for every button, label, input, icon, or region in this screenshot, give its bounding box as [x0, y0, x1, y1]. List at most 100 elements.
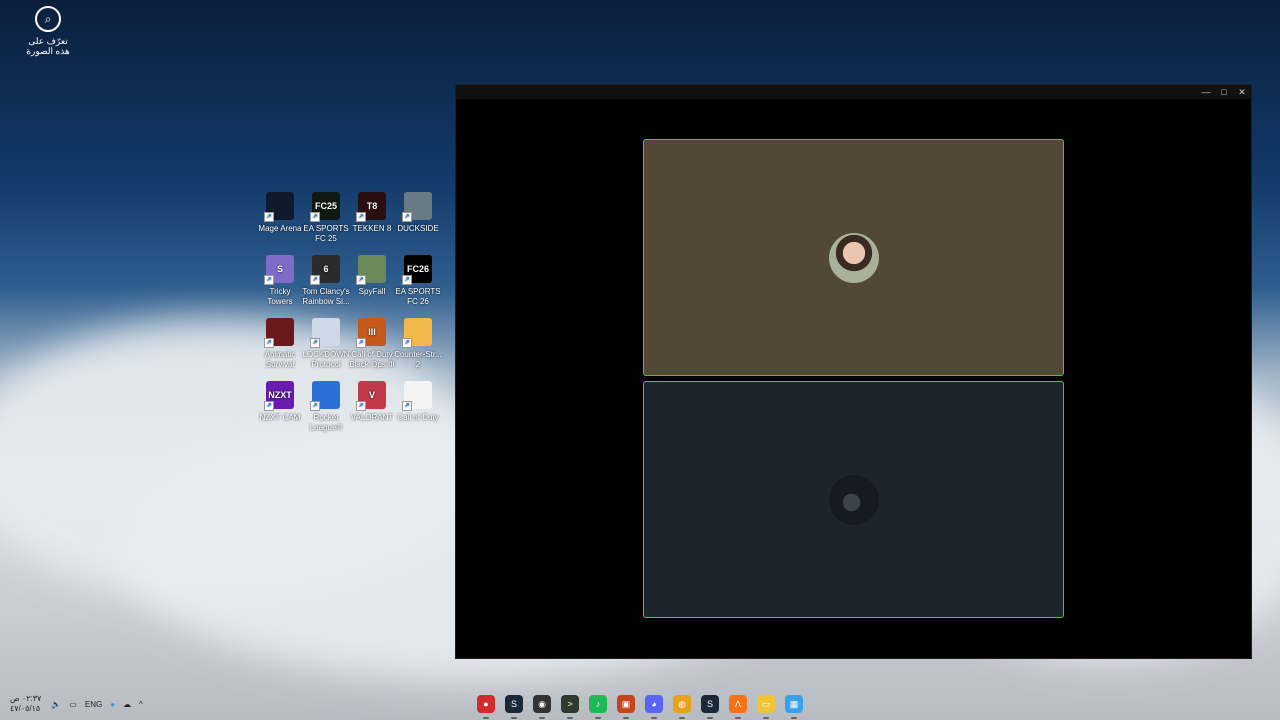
desktop-icon-rocket-league-[interactable]: ↗ Rocket League®	[302, 379, 350, 433]
taskbar-steam-app-icon[interactable]: S	[505, 695, 523, 719]
learn-about-picture-shortcut[interactable]: ⌕ تعرّف على هذه الصورة	[20, 6, 76, 56]
participant-avatar-1	[828, 232, 879, 283]
app-icon: 6 ↗	[310, 255, 340, 285]
desktop-icon-label: Mage Arena	[258, 224, 302, 233]
desktop-icon-label: DUCKSIDE	[397, 224, 439, 233]
shortcut-arrow-icon: ↗	[264, 338, 274, 348]
app-icon: ↗	[402, 318, 432, 348]
participant-tile-2[interactable]	[643, 381, 1064, 618]
desktop-icon-label: VALORANT	[350, 413, 394, 422]
shortcut-arrow-icon: ↗	[356, 401, 366, 411]
clock-date: ٤٧/٠٥/١٥	[10, 704, 41, 713]
shortcut-arrow-icon: ↗	[402, 275, 412, 285]
desktop-icon-spyfall[interactable]: ↗ SpyFall	[348, 253, 396, 297]
desktop-icon-tom-clancy-s-rainbow-si-[interactable]: 6 ↗ Tom Clancy's Rainbow Si...	[302, 253, 350, 307]
app-icon: FC26 ↗	[402, 255, 432, 285]
participant-avatar-2	[828, 474, 879, 525]
shortcut-arrow-icon: ↗	[356, 212, 366, 222]
volume-icon[interactable]: 🔈	[51, 700, 61, 709]
app-icon: T8 ↗	[356, 192, 386, 222]
app-glyph: V	[368, 390, 375, 400]
language-indicator[interactable]: ENG	[85, 700, 102, 709]
app-glyph: 6	[323, 264, 329, 274]
desktop-icon-label: Tricky Towers	[267, 287, 293, 306]
desktop-icon-duckside[interactable]: ↗ DUCKSIDE	[394, 190, 442, 234]
shortcut-arrow-icon: ↗	[264, 212, 274, 222]
desktop-icon-label: Tom Clancy's Rainbow Si...	[302, 287, 350, 306]
desktop-icon-valorant[interactable]: V ↗ VALORANT	[348, 379, 396, 423]
desktop-icon-label: Rocket League®	[309, 413, 343, 432]
close-button[interactable]: ✕	[1233, 85, 1251, 99]
maximize-button[interactable]: □	[1215, 85, 1233, 99]
desktop-icon-label: NZXT CAM	[259, 413, 301, 422]
desktop-icon-ea-sports-fc-26[interactable]: FC26 ↗ EA SPORTS FC 26	[394, 253, 442, 307]
taskbar-steam2-app-icon[interactable]: S	[701, 695, 719, 719]
app-glyph: FC26	[406, 264, 429, 274]
desktop-icon-counter-str-2[interactable]: ↗ Counter-Str... 2	[394, 316, 442, 370]
app-icon: ↗	[310, 318, 340, 348]
participant-tile-1[interactable]	[643, 139, 1064, 376]
app-glyph: T8	[366, 201, 378, 211]
shortcut-arrow-icon: ↗	[264, 401, 274, 411]
taskbar-obs-app-icon[interactable]: ◉	[533, 695, 551, 719]
desktop-icon-animatic-survival[interactable]: ↗ Animatic Survival	[256, 316, 304, 370]
video-call-window: — □ ✕	[455, 84, 1252, 659]
window-titlebar[interactable]: — □ ✕	[456, 85, 1251, 99]
camera-icon: ⌕	[35, 6, 61, 32]
desktop-icon-tricky-towers[interactable]: S ↗ Tricky Towers	[256, 253, 304, 307]
clock[interactable]: ٠٢:٣٧ ص ٤٧/٠٥/١٥	[10, 694, 41, 714]
shortcut-arrow-icon: ↗	[402, 338, 412, 348]
desktop-icon-label: TEKKEN 8	[352, 224, 392, 233]
desktop-icon-call-of-duty[interactable]: ↗ Call of Duty	[394, 379, 442, 423]
desktop-icon-call-of-duty-black-ops-iii[interactable]: III ↗ Call of Duty Black Ops III	[348, 316, 396, 370]
clock-time: ٠٢:٣٧ ص	[10, 694, 42, 703]
desktop-icon-label: Call of Duty Black Ops III	[349, 350, 395, 369]
shortcut-label-line2: هذه الصورة	[26, 46, 70, 56]
desktop-icon-label: Call of Duty	[397, 413, 439, 422]
app-icon: ↗	[402, 381, 432, 411]
desktop-icon-nzxt-cam[interactable]: NZXT ↗ NZXT CAM	[256, 379, 304, 423]
shortcut-arrow-icon: ↗	[264, 275, 274, 285]
shortcut-arrow-icon: ↗	[402, 401, 412, 411]
shortcut-arrow-icon: ↗	[310, 212, 320, 222]
taskbar-arc-app-icon[interactable]: Λ	[729, 695, 747, 719]
shortcut-arrow-icon: ↗	[310, 338, 320, 348]
taskbar-explorer-app-icon[interactable]: ▭	[757, 695, 775, 719]
app-icon: NZXT ↗	[264, 381, 294, 411]
desktop-icon-mage-arena[interactable]: ↗ Mage Arena	[256, 190, 304, 234]
app-icon: ↗	[310, 381, 340, 411]
shortcut-arrow-icon: ↗	[310, 401, 320, 411]
taskbar: ● S ◉ > ♪ ▣ ◕ ◍ S Λ ▭ ▦	[0, 688, 1280, 720]
taskbar-chrome-app-icon[interactable]: ◍	[673, 695, 691, 719]
app-icon: ↗	[264, 318, 294, 348]
taskbar-discord-app-icon[interactable]: ◕	[645, 695, 663, 719]
app-icon: ↗	[402, 192, 432, 222]
cloud-icon[interactable]: ☁	[123, 700, 131, 709]
taskbar-game-app-icon[interactable]: ▣	[617, 695, 635, 719]
minimize-button[interactable]: —	[1197, 85, 1215, 99]
desktop-icon-ea-sports-fc-25[interactable]: FC25 ↗ EA SPORTS FC 25	[302, 190, 350, 244]
taskbar-store-app-icon[interactable]: ▦	[785, 695, 803, 719]
taskbar-terminal-app-icon[interactable]: >	[561, 695, 579, 719]
app-icon: ↗	[264, 192, 294, 222]
network-icon[interactable]: ▭	[69, 700, 77, 709]
desktop-icon-label: Counter-Str... 2	[394, 350, 442, 369]
shortcut-arrow-icon: ↗	[310, 275, 320, 285]
taskbar-spotify-app-icon[interactable]: ♪	[589, 695, 607, 719]
app-icon: III ↗	[356, 318, 386, 348]
taskbar-red-app-icon[interactable]: ●	[477, 695, 495, 719]
desktop-icon-label: SpyFall	[358, 287, 386, 296]
app-icon: ↗	[356, 255, 386, 285]
app-glyph: NZXT	[268, 390, 292, 400]
mic-icon[interactable]: ●	[110, 700, 115, 709]
app-icon: V ↗	[356, 381, 386, 411]
desktop-icon-label: EA SPORTS FC 25	[303, 224, 349, 243]
shortcut-label-line1: تعرّف على	[28, 36, 68, 46]
desktop-icon-tekken-8[interactable]: T8 ↗ TEKKEN 8	[348, 190, 396, 234]
shortcut-arrow-icon: ↗	[356, 338, 366, 348]
desktop-icon-label: LOCKDOWN Protocol	[302, 350, 350, 369]
chevron-up-icon[interactable]: ^	[139, 700, 143, 709]
desktop-icon-lockdown-protocol[interactable]: ↗ LOCKDOWN Protocol	[302, 316, 350, 370]
app-icon: S ↗	[264, 255, 294, 285]
app-glyph: S	[276, 264, 283, 274]
